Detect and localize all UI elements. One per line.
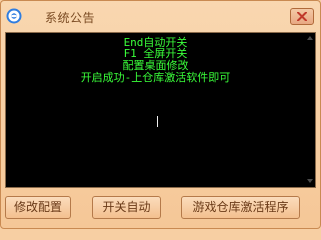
window-title: 系统公告 [45,11,96,25]
announcement-window: 系统公告 End自动开关 F1 全屏开关 配置桌面修改 开启成功-上仓库激活软件… [0,0,321,229]
modify-config-button[interactable]: 修改配置 [5,196,71,219]
text-caret [157,116,158,127]
title-bar[interactable]: 系统公告 [1,1,320,31]
close-icon [297,12,307,21]
console-line: 开启成功-上仓库激活软件即可 [80,71,231,84]
scroll-down-arrow-icon[interactable] [307,179,313,183]
vertical-scrollbar[interactable] [305,33,315,187]
close-button[interactable] [290,8,314,25]
console-line: F1 全屏开关 [123,47,188,60]
console-output-panel[interactable]: End自动开关 F1 全屏开关 配置桌面修改 开启成功-上仓库激活软件即可 [5,32,316,188]
console-text-area[interactable]: End自动开关 F1 全屏开关 配置桌面修改 开启成功-上仓库激活软件即可 [6,33,305,187]
console-line: 配置桌面修改 [122,59,189,72]
activate-program-button[interactable]: 游戏仓库激活程序 [181,196,300,219]
app-logo-icon [6,8,22,24]
scroll-up-arrow-icon[interactable] [307,36,313,40]
toggle-auto-button[interactable]: 开关自动 [92,196,161,219]
